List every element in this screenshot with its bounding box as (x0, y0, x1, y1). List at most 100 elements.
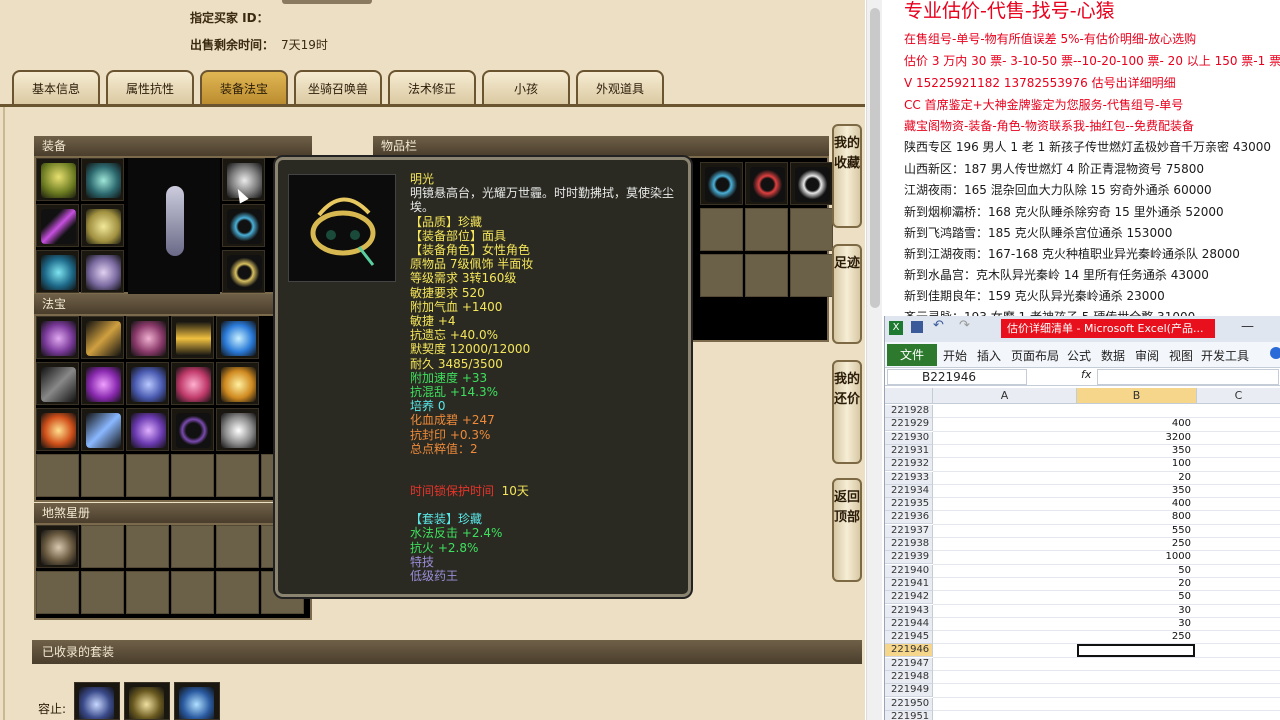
cell-b[interactable] (1077, 658, 1195, 671)
row-header[interactable]: 221951 (885, 710, 933, 720)
row-header[interactable]: 221937 (885, 524, 933, 538)
cell-b[interactable] (1077, 698, 1195, 711)
cell-b[interactable]: 350 (1077, 445, 1195, 458)
tab-appearance[interactable]: 外观道具 (576, 70, 664, 106)
row-header[interactable]: 221944 (885, 617, 933, 631)
treasure-slot-empty[interactable] (81, 454, 124, 497)
tab-home[interactable]: 开始 (943, 347, 967, 364)
treasure-slot[interactable] (81, 316, 124, 359)
equip-slot-shoes[interactable] (81, 250, 124, 293)
save-icon[interactable] (911, 321, 923, 333)
tab-formulas[interactable]: 公式 (1067, 347, 1091, 364)
cell-b[interactable] (1077, 405, 1195, 418)
treasure-slot[interactable] (216, 408, 259, 451)
equip-slot-belt[interactable] (36, 250, 79, 293)
column-header-b[interactable]: B (1077, 388, 1197, 404)
column-header-a[interactable]: A (933, 388, 1077, 404)
row-header[interactable]: 221934 (885, 484, 933, 498)
my-collection-button[interactable]: 我的收藏 (832, 124, 862, 228)
star-book-slot-empty[interactable] (126, 571, 169, 614)
column-header-c[interactable]: C (1197, 388, 1280, 404)
row-header[interactable]: 221941 (885, 577, 933, 591)
page-scrollbar[interactable] (866, 0, 882, 720)
footprint-button[interactable]: 足迹 (832, 244, 862, 344)
star-book-slot-empty[interactable] (216, 571, 259, 614)
cell-b[interactable]: 30 (1077, 618, 1195, 631)
row-header[interactable]: 221940 (885, 564, 933, 578)
formula-input[interactable] (1097, 369, 1279, 385)
row-header[interactable]: 221931 (885, 444, 933, 458)
inventory-slot-empty[interactable] (745, 208, 788, 251)
set-slot[interactable] (124, 682, 170, 720)
tab-file[interactable]: 文件 (887, 344, 937, 366)
treasure-slot[interactable] (171, 362, 214, 405)
treasure-slot-empty[interactable] (126, 454, 169, 497)
star-book-slot-empty[interactable] (171, 525, 214, 568)
treasure-slot[interactable] (126, 362, 169, 405)
row-header[interactable]: 221948 (885, 671, 933, 685)
fx-icon[interactable]: fx (1081, 368, 1091, 381)
inventory-slot[interactable] (700, 162, 743, 205)
equip-slot-weapon[interactable] (36, 204, 79, 247)
cell-b[interactable]: 350 (1077, 485, 1195, 498)
row-header[interactable]: 221947 (885, 657, 933, 671)
treasure-slot[interactable] (81, 362, 124, 405)
scrollbar-thumb[interactable] (870, 8, 880, 308)
treasure-slot-empty[interactable] (216, 454, 259, 497)
row-header[interactable]: 221936 (885, 511, 933, 525)
treasure-slot[interactable] (126, 316, 169, 359)
cell-b[interactable]: 20 (1077, 472, 1195, 485)
star-book-slot[interactable] (36, 525, 79, 568)
cell-b[interactable]: 400 (1077, 498, 1195, 511)
back-to-top-button[interactable]: 返回顶部 (832, 478, 862, 582)
tab-page-layout[interactable]: 页面布局 (1011, 347, 1059, 364)
top-button[interactable] (282, 0, 372, 4)
row-header[interactable]: 221928 (885, 405, 933, 419)
inventory-slot[interactable] (745, 162, 788, 205)
row-header[interactable]: 221939 (885, 551, 933, 565)
row-header[interactable]: 221930 (885, 431, 933, 445)
cell-b[interactable]: 50 (1077, 565, 1195, 578)
inventory-slot-empty[interactable] (700, 208, 743, 251)
my-bargain-button[interactable]: 我的还价 (832, 360, 862, 464)
redo-icon[interactable]: ↷ (959, 318, 970, 333)
inventory-slot-empty[interactable] (700, 254, 743, 297)
tab-view[interactable]: 视图 (1169, 347, 1193, 364)
row-header[interactable]: 221949 (885, 684, 933, 698)
treasure-slot[interactable] (171, 316, 214, 359)
set-slot[interactable] (174, 682, 220, 720)
cell-b[interactable]: 250 (1077, 538, 1195, 551)
cell-b[interactable]: 30 (1077, 605, 1195, 618)
tab-developer[interactable]: 开发工具 (1201, 347, 1249, 364)
tab-basic-info[interactable]: 基本信息 (12, 70, 100, 106)
cell-b[interactable]: 550 (1077, 525, 1195, 538)
cell-b[interactable] (1077, 671, 1195, 684)
tab-mounts-pets[interactable]: 坐骑召唤兽 (294, 70, 382, 106)
star-book-slot-empty[interactable] (126, 525, 169, 568)
row-header[interactable]: 221932 (885, 458, 933, 472)
minimize-icon[interactable]: — (1241, 319, 1254, 334)
cell-b[interactable] (1077, 684, 1195, 697)
row-header[interactable]: 221929 (885, 418, 933, 432)
cell-b[interactable]: 1000 (1077, 551, 1195, 564)
star-book-slot-empty[interactable] (216, 525, 259, 568)
inventory-slot-empty[interactable] (790, 208, 833, 251)
row-header[interactable]: 221950 (885, 697, 933, 711)
row-header[interactable]: 221935 (885, 498, 933, 512)
undo-icon[interactable]: ↶ (933, 318, 944, 333)
cell-b[interactable]: 100 (1077, 458, 1195, 471)
help-icon[interactable] (1270, 347, 1280, 359)
treasure-slot[interactable] (36, 408, 79, 451)
inventory-slot[interactable] (790, 162, 833, 205)
cell-b[interactable]: 50 (1077, 591, 1195, 604)
treasure-slot[interactable] (171, 408, 214, 451)
row-header[interactable]: 221943 (885, 604, 933, 618)
row-header[interactable]: 221933 (885, 471, 933, 485)
select-all-corner[interactable] (885, 388, 933, 404)
treasure-slot[interactable] (81, 408, 124, 451)
cell-b[interactable]: 250 (1077, 631, 1195, 644)
treasure-slot[interactable] (126, 408, 169, 451)
inventory-slot-empty[interactable] (790, 254, 833, 297)
treasure-slot[interactable] (36, 362, 79, 405)
treasure-slot[interactable] (36, 316, 79, 359)
